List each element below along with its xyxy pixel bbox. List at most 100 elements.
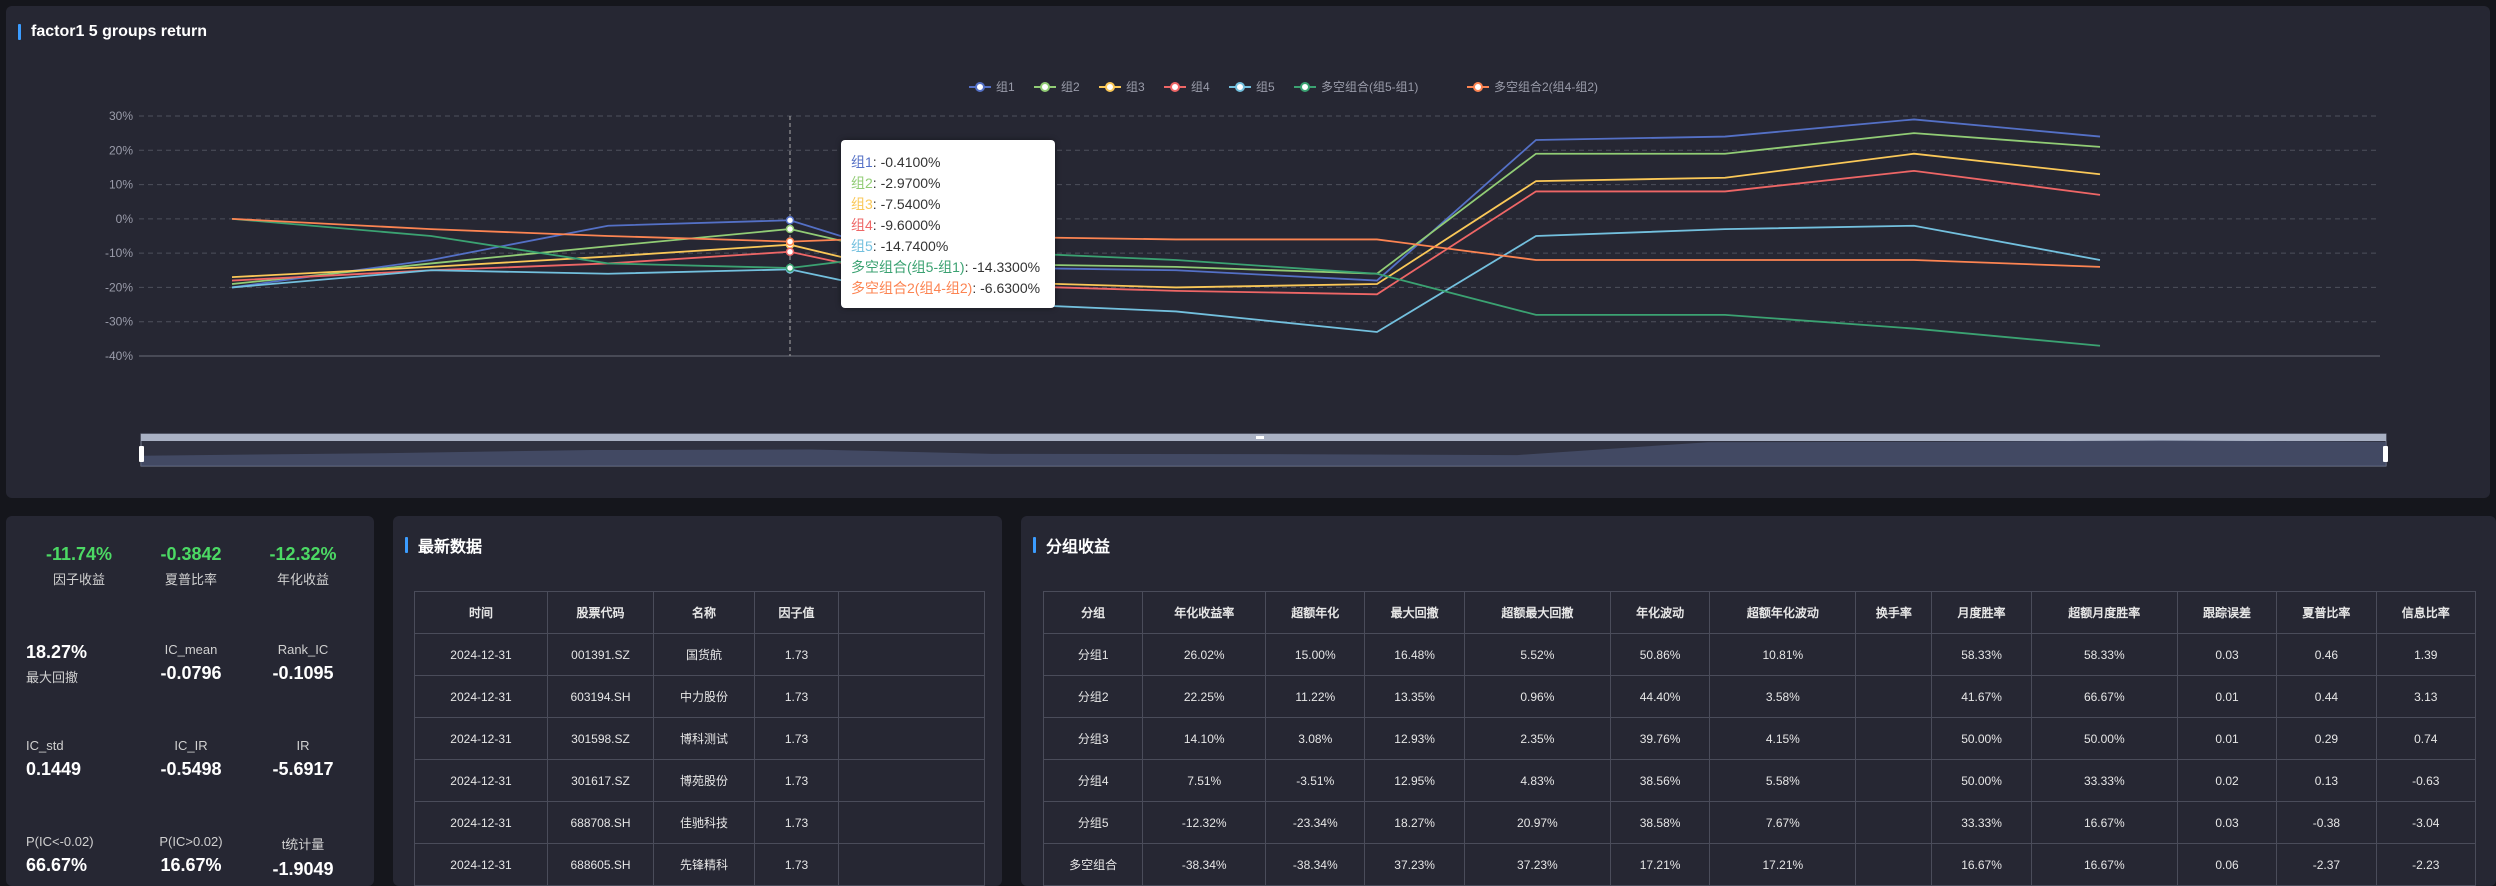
column-header[interactable]: 因子值 [754, 591, 839, 634]
table-cell: 66.67% [2030, 675, 2178, 718]
stat-label: IR [296, 738, 310, 753]
table-cell: 50.00% [2030, 717, 2178, 760]
column-header[interactable]: 股票代码 [547, 591, 654, 634]
stat-label: 因子收益 [52, 572, 105, 587]
legend-marker [1040, 82, 1050, 92]
legend-item[interactable]: 多空组合2(组4-组2) [1467, 79, 1598, 94]
column-header[interactable]: 分组 [1042, 591, 1144, 634]
datazoom-left-handle[interactable] [139, 446, 144, 462]
table-cell: 7.67% [1709, 801, 1857, 844]
stat-item: IC_IR -0.5498 [136, 738, 246, 780]
table-cell: -38.34% [1142, 843, 1267, 886]
legend-item[interactable]: 组1 [969, 80, 1015, 94]
table-cell [1855, 801, 1933, 844]
stat-value: 18.27% [26, 642, 88, 662]
table-cell: 37.23% [1463, 843, 1611, 886]
table-cell: 50.86% [1609, 633, 1711, 676]
stat-value: 66.67% [26, 855, 88, 875]
table-cell: 603194.SH [547, 675, 654, 718]
tooltip-value: : -7.5400% [872, 196, 941, 212]
table-cell: -2.37 [2276, 843, 2377, 886]
table-cell: 0.74 [2375, 717, 2477, 760]
table-cell [1855, 843, 1933, 886]
table-cell: -12.32% [1142, 801, 1267, 844]
empty-column [838, 591, 985, 634]
table-cell: 33.33% [2030, 759, 2178, 802]
table-cell: 26.02% [1142, 633, 1267, 676]
empty-cell [838, 843, 985, 886]
column-header[interactable]: 超额最大回撤 [1463, 591, 1611, 634]
legend-label: 多空组合2(组4-组2) [1494, 79, 1598, 94]
table-row: 2024-12-31 301617.SZ 博苑股份 1.73 [414, 759, 985, 802]
stat-item: IR -5.6917 [248, 738, 358, 780]
stat-value: -12.32% [269, 544, 337, 564]
stat-label: IC_mean [164, 642, 218, 657]
stat-value: 16.67% [160, 855, 222, 875]
table-cell: 2.35% [1463, 717, 1611, 760]
column-header[interactable]: 跟踪误差 [2176, 591, 2278, 634]
tooltip-value: : -6.6300% [972, 280, 1041, 296]
table-cell: 0.03 [2176, 801, 2278, 844]
legend-item[interactable]: 组3 [1099, 80, 1145, 94]
table-cell: 0.46 [2276, 633, 2377, 676]
stat-item: Rank_IC -0.1095 [248, 642, 358, 684]
table-cell: 2024-12-31 [414, 675, 548, 718]
stat-value: -0.3842 [160, 544, 222, 564]
table-cell: 7.51% [1142, 759, 1267, 802]
column-header[interactable]: 月度胜率 [1931, 591, 2032, 634]
tooltip-row: 组3: -7.5400% [841, 194, 1055, 215]
legend-item[interactable]: 组5 [1229, 80, 1275, 94]
column-header[interactable]: 夏普比率 [2276, 591, 2377, 634]
stat-label: 年化收益 [276, 572, 329, 587]
table-cell: 4.83% [1463, 759, 1611, 802]
tooltip-series-name: 组3 [851, 196, 873, 212]
table-cell: 2024-12-31 [414, 801, 548, 844]
table-cell: 1.73 [754, 759, 839, 802]
table-cell: 38.56% [1609, 759, 1711, 802]
table-cell: 1.73 [754, 801, 839, 844]
table-cell: -0.38 [2276, 801, 2377, 844]
stat-item: -11.74% 因子收益 [24, 544, 134, 588]
column-header[interactable]: 时间 [414, 591, 548, 634]
table-row: 分组5 -12.32% -23.34% 18.27% 20.97% 38.58% 7.67%… [1042, 801, 2477, 844]
table-cell: 0.13 [2276, 759, 2377, 802]
column-header[interactable]: 年化波动 [1609, 591, 1711, 634]
chart-panel: factor1 5 groups return 30% 20% 10% 0% -10% -… [6, 6, 2490, 498]
table-cell: 301617.SZ [547, 759, 654, 802]
legend-item[interactable]: 组2 [1034, 80, 1080, 94]
tooltip-value: : -2.9700% [872, 175, 941, 191]
column-header[interactable]: 信息比率 [2375, 591, 2477, 634]
column-header[interactable]: 超额年化 [1265, 591, 1366, 634]
table-cell: 2024-12-31 [414, 717, 548, 760]
table-cell: 33.33% [1931, 801, 2032, 844]
table-cell: 佳驰科技 [653, 801, 755, 844]
column-header[interactable]: 超额月度胜率 [2030, 591, 2178, 634]
column-header[interactable]: 名称 [653, 591, 755, 634]
table-cell: 1.39 [2375, 633, 2477, 676]
y-tick-label: 0% [116, 212, 134, 226]
line-chart[interactable]: 30% 20% 10% 0% -10% -20% -30% -40% 组1 组2 组3 组4 组5 多空组… [6, 6, 2490, 498]
y-tick-label: -20% [105, 280, 133, 294]
data-point [785, 224, 795, 234]
y-tick-label: 10% [109, 178, 133, 192]
legend-marker [1105, 82, 1115, 92]
legend-item[interactable]: 组4 [1164, 80, 1210, 94]
table-cell: 0.29 [2276, 717, 2377, 760]
legend-item[interactable]: 多空组合(组5-组1) [1294, 79, 1418, 94]
stats-panel: -11.74% 因子收益 -0.3842 夏普比率 -12.32% 年化收益 18.27% 最… [6, 516, 374, 886]
column-header[interactable]: 超额年化波动 [1709, 591, 1857, 634]
table-cell: 2024-12-31 [414, 843, 548, 886]
column-header[interactable]: 换手率 [1855, 591, 1933, 634]
table-row: 2024-12-31 688605.SH 先锋精科 1.73 [414, 843, 985, 886]
column-header[interactable]: 最大回撤 [1364, 591, 1465, 634]
table-cell: 分组2 [1042, 675, 1144, 718]
column-header[interactable]: 年化收益率 [1142, 591, 1267, 634]
table-row: 2024-12-31 688708.SH 佳驰科技 1.73 [414, 801, 985, 844]
datazoom-right-handle[interactable] [2383, 446, 2388, 462]
table-cell: -2.23 [2375, 843, 2477, 886]
series-line [231, 217, 2101, 347]
empty-cell [838, 801, 985, 844]
table-cell: 20.97% [1463, 801, 1611, 844]
tooltip-row: 多空组合2(组4-组2): -6.6300% [841, 278, 1055, 299]
table-cell: 10.81% [1709, 633, 1857, 676]
